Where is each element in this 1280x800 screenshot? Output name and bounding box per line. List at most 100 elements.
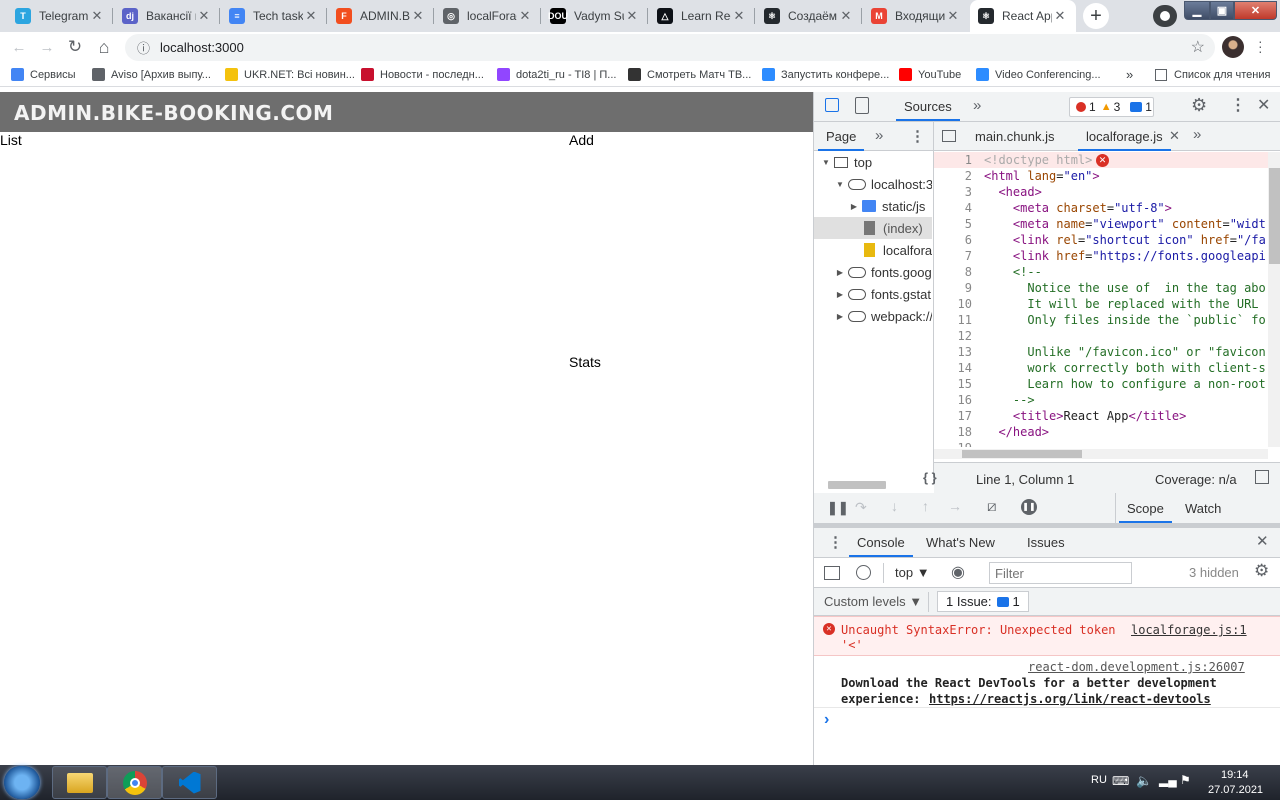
- new-tab-button[interactable]: +: [1083, 3, 1109, 29]
- close-tab-icon[interactable]: ✕: [517, 8, 533, 24]
- menu-icon[interactable]: · · ·: [1258, 34, 1263, 58]
- issues-button[interactable]: 1 Issue: 1: [937, 591, 1029, 612]
- taskbar-vscode-button[interactable]: [162, 766, 217, 799]
- line-number[interactable]: 1: [934, 153, 972, 167]
- line-number[interactable]: 13: [934, 345, 972, 359]
- devtools-download-link[interactable]: https://reactjs.org/link/react-devtools: [929, 692, 1211, 706]
- close-tab-icon[interactable]: ✕: [1169, 128, 1180, 144]
- url-text[interactable]: localhost:3000: [160, 40, 244, 55]
- bookmark-star-icon[interactable]: ☆: [1191, 37, 1205, 57]
- tab-scope[interactable]: Scope: [1119, 501, 1172, 523]
- minimize-button[interactable]: ▁: [1184, 1, 1210, 20]
- close-tab-icon[interactable]: ✕: [196, 8, 212, 24]
- browser-tab[interactable]: ⚛ Создаём п✕: [756, 0, 862, 32]
- bookmark-item[interactable]: Запустить конфере...: [762, 66, 889, 83]
- console-sidebar-icon[interactable]: [824, 566, 840, 580]
- tab-page[interactable]: Page: [817, 129, 865, 151]
- address-bar[interactable]: ⓘ localhost:3000 ☆: [125, 34, 1215, 61]
- language-indicator[interactable]: RU: [1091, 774, 1107, 786]
- line-number[interactable]: 3: [934, 185, 972, 199]
- reading-list-button[interactable]: Список для чтения: [1155, 66, 1270, 83]
- more-editor-tabs-icon[interactable]: »: [1193, 126, 1201, 143]
- list-link[interactable]: List: [0, 132, 22, 148]
- clock-date[interactable]: 27.07.2021: [1208, 784, 1263, 796]
- line-number[interactable]: 8: [934, 265, 972, 279]
- more-nav-tabs-icon[interactable]: »: [875, 127, 883, 144]
- keyboard-icon[interactable]: ⌨: [1112, 774, 1129, 788]
- forward-button[interactable]: →: [37, 37, 57, 57]
- browser-tab[interactable]: △ Learn Red✕: [649, 0, 755, 32]
- avatar[interactable]: [1222, 36, 1244, 58]
- close-tab-icon[interactable]: ✕: [624, 8, 640, 24]
- console-prompt[interactable]: ›: [824, 711, 829, 729]
- tab-localforage[interactable]: localforage.js: [1078, 129, 1171, 151]
- bookmark-item[interactable]: UKR.NET: Всі новин...: [225, 66, 355, 83]
- tree-item[interactable]: ▶ webpack://: [814, 305, 932, 327]
- line-number[interactable]: 17: [934, 409, 972, 423]
- line-number[interactable]: 19: [934, 441, 972, 447]
- clear-console-icon[interactable]: [856, 565, 871, 580]
- browser-tab[interactable]: T Telegram ✕: [7, 0, 113, 32]
- close-devtools-icon[interactable]: ✕: [1257, 95, 1270, 115]
- line-number[interactable]: 6: [934, 233, 972, 247]
- close-tab-icon[interactable]: ✕: [838, 8, 854, 24]
- line-number[interactable]: 16: [934, 393, 972, 407]
- tab-console[interactable]: Console: [849, 535, 913, 557]
- line-number[interactable]: 15: [934, 377, 972, 391]
- close-drawer-icon[interactable]: ✕: [1256, 532, 1269, 550]
- tree-item[interactable]: ▼ top: [814, 151, 932, 173]
- bookmark-item[interactable]: YouTube: [899, 66, 961, 83]
- start-button[interactable]: [4, 766, 40, 799]
- line-number[interactable]: 10: [934, 297, 972, 311]
- browser-tab[interactable]: ≡ Tech task ✕: [221, 0, 327, 32]
- step-into-icon[interactable]: ↓: [891, 498, 898, 514]
- bookmark-item[interactable]: Смотреть Матч ТВ...: [628, 66, 751, 83]
- live-expression-eye-icon[interactable]: ◉: [951, 562, 965, 582]
- bookmark-item[interactable]: Новости - последн...: [361, 66, 484, 83]
- tree-item[interactable]: ▶ static/js: [814, 195, 932, 217]
- home-button[interactable]: ⌂: [94, 37, 114, 57]
- toggle-sidebar-icon[interactable]: [1255, 470, 1269, 484]
- context-selector[interactable]: top ▼: [895, 565, 930, 580]
- info-icon[interactable]: ⓘ: [137, 38, 150, 57]
- line-number[interactable]: 7: [934, 249, 972, 263]
- back-button[interactable]: ←: [9, 37, 29, 57]
- device-toolbar-icon[interactable]: [855, 97, 869, 114]
- bookmark-item[interactable]: dota2ti_ru - TI8 | П...: [497, 66, 616, 83]
- log-levels-dropdown[interactable]: Custom levels ▼: [824, 594, 922, 609]
- tree-item[interactable]: (index): [814, 217, 932, 239]
- close-tab-icon[interactable]: ✕: [1052, 8, 1068, 24]
- bookmark-item[interactable]: Video Conferencing...: [976, 66, 1101, 83]
- profile-menu-icon[interactable]: [1153, 5, 1177, 27]
- expand-arrow-icon[interactable]: ▼: [834, 180, 846, 189]
- tab-sources[interactable]: Sources: [896, 99, 960, 121]
- tab-main-chunk[interactable]: main.chunk.js: [975, 129, 1054, 144]
- taskbar-explorer-button[interactable]: [52, 766, 107, 799]
- error-count-badge[interactable]: 1 ▲ 3 1: [1069, 97, 1154, 117]
- toggle-navigator-icon[interactable]: [942, 130, 956, 142]
- maximize-button[interactable]: ▣: [1210, 1, 1234, 20]
- error-source-link[interactable]: localforage.js:1: [1131, 623, 1247, 637]
- bookmark-item[interactable]: Сервисы: [11, 66, 76, 83]
- close-tab-icon[interactable]: ✕: [410, 8, 426, 24]
- close-window-button[interactable]: ✕: [1234, 1, 1277, 20]
- more-tabs-icon[interactable]: »: [973, 97, 981, 114]
- console-settings-icon[interactable]: ⚙: [1254, 561, 1269, 581]
- bookmark-item[interactable]: Aviso [Архив выпу...: [92, 66, 211, 83]
- line-number[interactable]: 5: [934, 217, 972, 231]
- tab-watch[interactable]: Watch: [1185, 501, 1221, 516]
- code-editor[interactable]: 1 <!doctype html> 2 <html lang="en"> 3 <head…: [934, 152, 1268, 447]
- close-tab-icon[interactable]: ✕: [945, 8, 961, 24]
- step-over-icon[interactable]: ↷: [855, 499, 867, 516]
- tree-item[interactable]: localfora: [814, 239, 932, 261]
- expand-arrow-icon[interactable]: ▶: [834, 268, 846, 277]
- pause-on-exceptions-icon[interactable]: ❚❚: [1021, 499, 1037, 515]
- taskbar-chrome-button[interactable]: [107, 766, 162, 799]
- browser-tab[interactable]: M Входящие✕: [863, 0, 969, 32]
- volume-icon[interactable]: 🔈: [1136, 773, 1152, 789]
- add-link[interactable]: Add: [569, 132, 594, 148]
- line-number[interactable]: 2: [934, 169, 972, 183]
- stats-link[interactable]: Stats: [569, 354, 601, 370]
- line-number[interactable]: 11: [934, 313, 972, 327]
- browser-tab[interactable]: dj Вакансії на✕: [114, 0, 220, 32]
